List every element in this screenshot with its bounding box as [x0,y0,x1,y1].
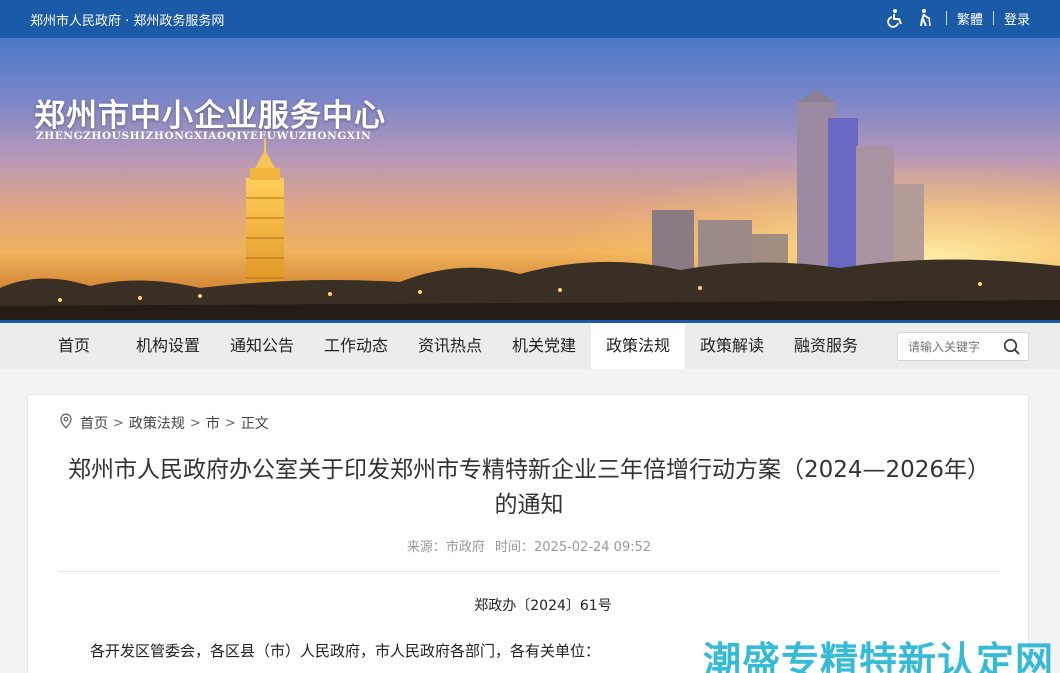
article-time: 时间：2025-02-24 09:52 [495,540,652,555]
nav-item-notices[interactable]: 通知公告 [216,323,308,369]
traditional-chinese-link[interactable]: 繁體 [957,9,983,28]
chevron-right-icon: > [113,415,124,431]
document-number: 郑政办〔2024〕61号 [474,598,612,614]
header-banner: 郑州市中小企业服务中心 ZHENGZHOUSHIZHONGXIAOQIYEFUW… [0,38,1060,320]
article-meta: 来源：市政府 时间：2025-02-24 09:52 [28,536,1030,555]
location-pin-icon [58,413,74,433]
chevron-right-icon: > [224,415,236,431]
site-title: 郑州市中小企业服务中心 [34,98,386,134]
elderly-icon[interactable] [916,8,936,28]
divider [58,571,1000,572]
city-skyline-image [0,38,1060,320]
nav-item-news[interactable]: 资讯热点 [404,323,496,369]
article-salutation: 各开发区管委会，各区县（市）人民政府，市人民政府各部门，各有关单位： [90,642,601,660]
article-title-line: 的通知 [494,492,564,518]
top-site-links[interactable]: 郑州市人民政府 · 郑州政务服务网 [30,10,224,29]
nav-item-work-updates[interactable]: 工作动态 [310,323,402,369]
nav-item-party-building[interactable]: 机关党建 [498,323,590,369]
nav-item-policies[interactable]: 政策法规 [591,323,685,369]
watermark-text: 潮盛专精特新认定网 [703,639,1055,673]
breadcrumb-policies[interactable]: 政策法规 [129,413,185,433]
nav-item-financing[interactable]: 融资服务 [780,323,872,369]
login-link[interactable]: 登录 [1004,9,1030,28]
article-title: 郑州市人民政府办公室关于印发郑州市专精特新企业三年倍增行动方案（2024—202… [48,453,1010,523]
breadcrumb: 首页 > 政策法规 > 市 > 正文 [58,413,269,433]
chevron-right-icon: > [189,415,201,431]
article-source: 来源：市政府 [406,540,485,555]
top-bar: 郑州市人民政府 · 郑州政务服务网 繁體 登录 [0,0,1060,38]
nav-item-home[interactable]: 首页 [38,323,110,369]
site-subtitle: ZHENGZHOUSHIZHONGXIAOQIYEFUWUZHONGXIN [36,130,372,142]
divider [945,11,947,25]
article-title-line: 郑州市人民政府办公室关于印发郑州市专精特新企业三年倍增行动方案（2024—202… [67,457,991,483]
nav-item-policy-interpretation[interactable]: 政策解读 [686,323,778,369]
top-right-tools: 繁體 登录 [886,8,1030,28]
wheelchair-icon[interactable] [886,8,906,28]
search-icon[interactable] [1003,338,1021,360]
main-nav: 首页 机构设置 通知公告 工作动态 资讯热点 机关党建 政策法规 政策解读 融资… [0,320,1060,369]
divider [992,11,994,25]
breadcrumb-current: 正文 [240,416,269,432]
breadcrumb-city[interactable]: 市 [206,413,220,433]
search-input[interactable] [908,338,998,356]
nav-item-organization[interactable]: 机构设置 [122,323,214,369]
breadcrumb-home[interactable]: 首页 [80,413,108,433]
search-box [897,332,1029,361]
